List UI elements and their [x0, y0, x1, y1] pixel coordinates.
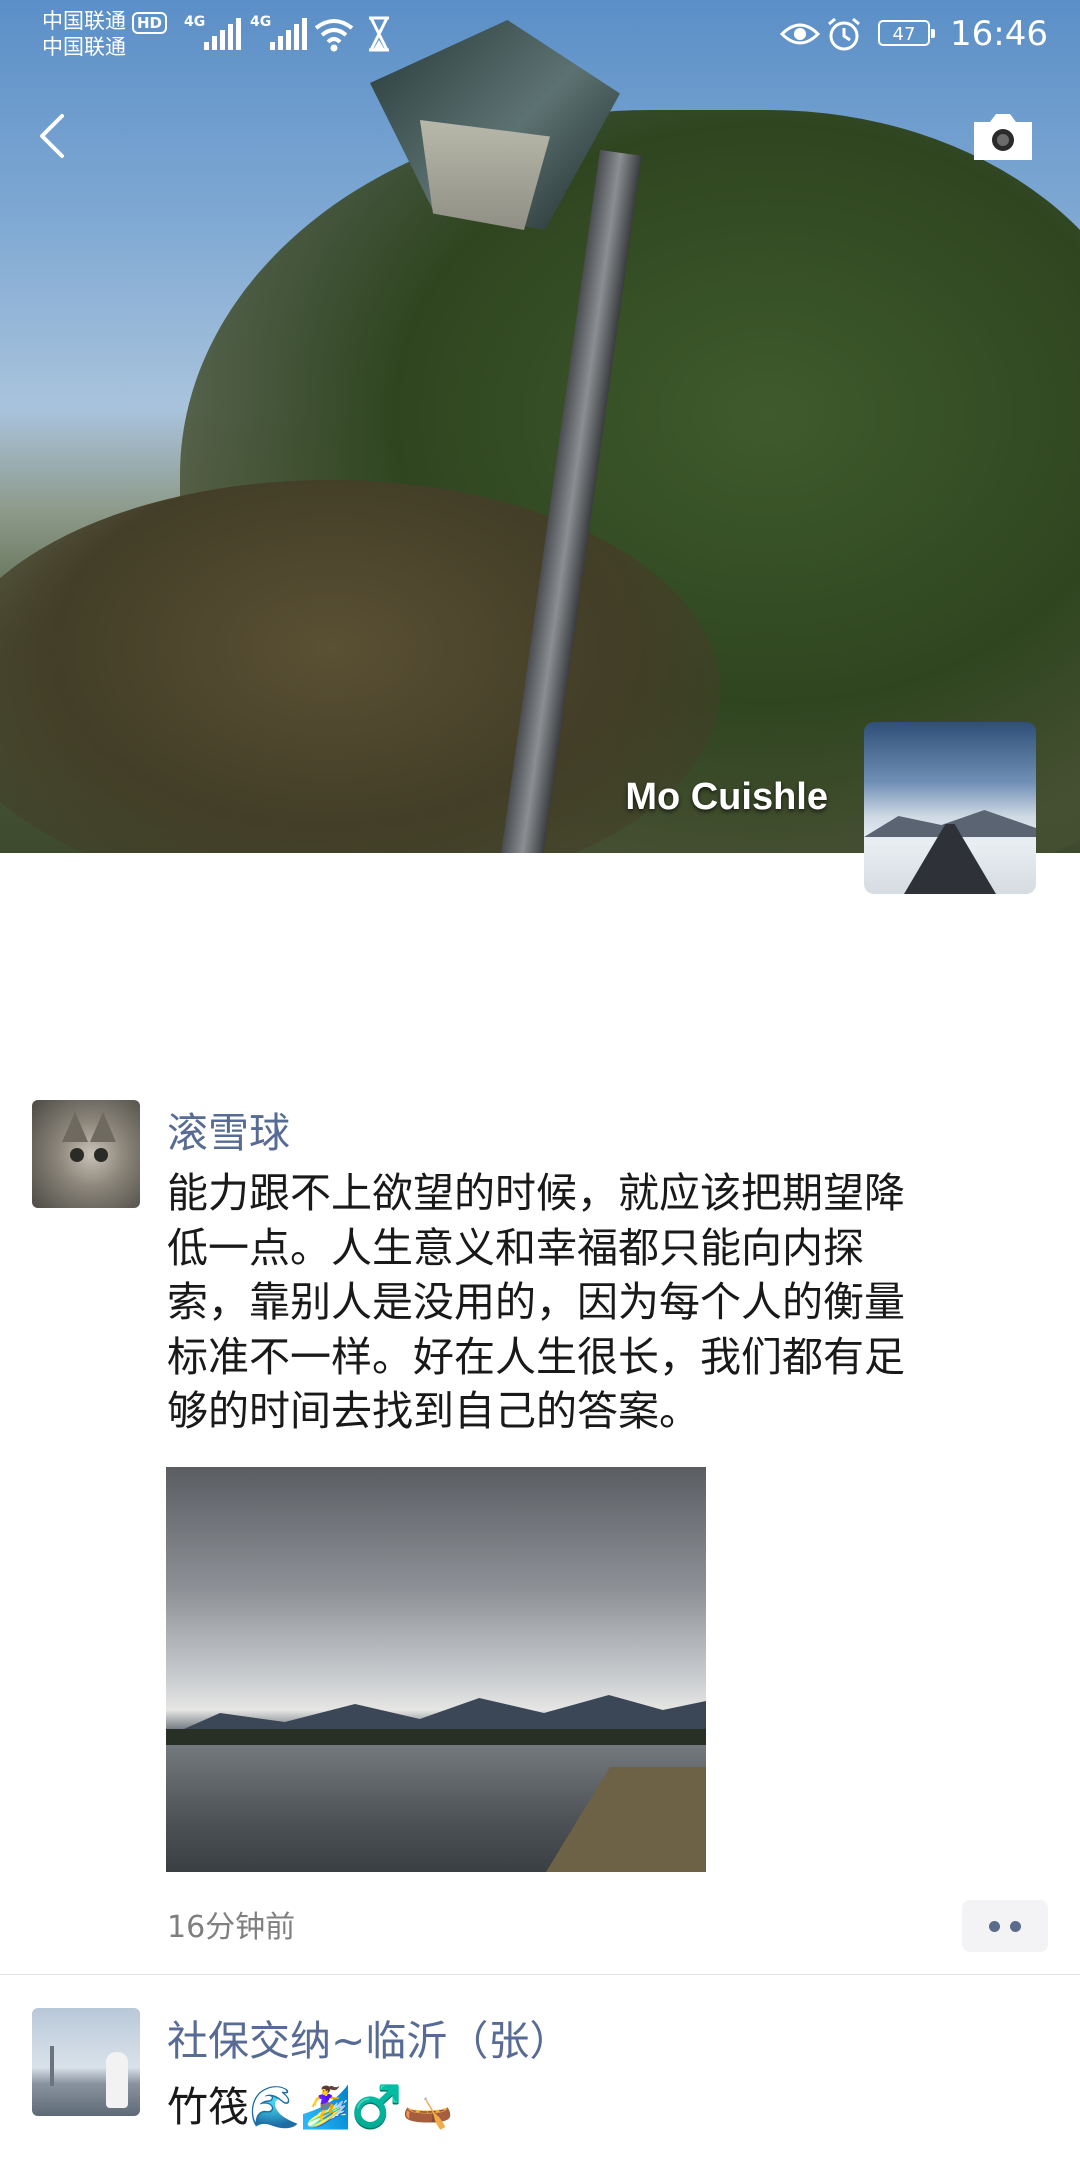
post-text-line: 能力跟不上欲望的时候，就应该把期望降 [167, 1169, 905, 1217]
avatar-cat-ear [62, 1112, 88, 1142]
post-text-line: 低一点。人生意义和幸福都只能向内探 [167, 1223, 864, 1272]
hd-badge: HD [132, 12, 168, 34]
profile-avatar[interactable] [864, 722, 1036, 894]
back-button[interactable] [26, 104, 82, 168]
avatar-person [106, 2052, 128, 2108]
post-avatar[interactable] [32, 1100, 140, 1208]
more-dot-icon [1010, 1920, 1021, 1932]
carrier-info: 中国联通 HD 中国联通 [42, 8, 168, 60]
battery-icon: 47 [878, 20, 935, 46]
image-mountains [166, 1695, 706, 1737]
carrier-2: 中国联通 [42, 35, 126, 59]
signal-icon-2 [270, 16, 307, 50]
post-avatar[interactable] [32, 2008, 140, 2116]
alarm-icon [828, 17, 860, 51]
post-text: 竹筏🌊🏄‍♀️♂️🛶 [167, 2083, 454, 2131]
more-dot-icon [989, 1920, 1000, 1932]
wifi-icon [314, 19, 354, 52]
carrier-1: 中国联通 [42, 9, 126, 33]
camera-icon [974, 114, 1032, 160]
post-text: 能力跟不上欲望的时候，就应该把期望降 低一点。人生意义和幸福都只能向内探 索，靠… [167, 1166, 1007, 1439]
post-timestamp: 16分钟前 [167, 1910, 296, 1945]
signal-icon-1 [204, 16, 241, 50]
post-text-line: 标准不一样。好在人生很长，我们都有足 [167, 1332, 905, 1381]
camera-button[interactable] [970, 108, 1036, 164]
post-text-line: 够的时间去找到自己的答案。 [167, 1387, 700, 1435]
status-time: 16:46 [950, 14, 1048, 54]
post-author[interactable]: 滚雪球 [167, 1108, 290, 1158]
avatar-cat-ear [90, 1112, 116, 1142]
post-author[interactable]: 社保交纳~临沂（张） [167, 2016, 570, 2066]
more-options-button[interactable] [962, 1900, 1048, 1952]
hourglass-icon [369, 16, 389, 52]
profile-username[interactable]: Mo Cuishle [625, 776, 828, 819]
avatar-cat-eye [70, 1148, 84, 1162]
image-shore [166, 1729, 706, 1745]
post-image[interactable] [166, 1467, 706, 1872]
status-bar: 中国联通 HD 中国联通 4G 4G 47 16:46 [0, 0, 1080, 70]
eye-icon [780, 23, 820, 45]
network-type-2: 4G [250, 14, 272, 30]
post-divider [0, 1974, 1080, 1975]
avatar-tower [50, 2046, 54, 2086]
network-type-1: 4G [184, 14, 206, 30]
post-text-line: 索，靠别人是没用的，因为每个人的衡量 [167, 1278, 905, 1326]
chevron-left-icon [40, 114, 64, 158]
avatar-cat-eye [94, 1148, 108, 1162]
